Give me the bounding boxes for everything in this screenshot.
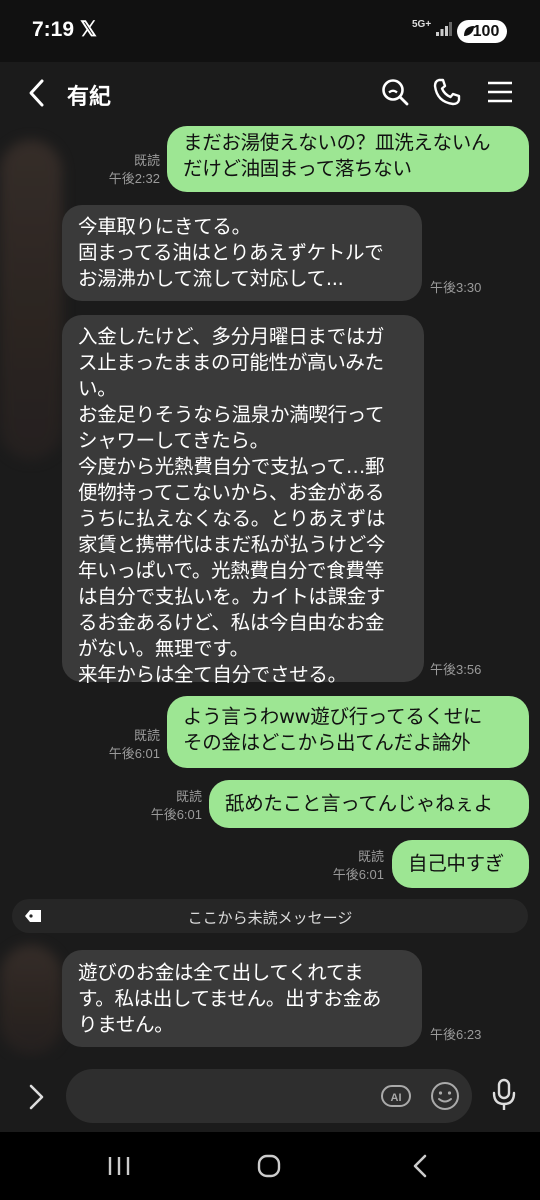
emoji-icon[interactable]: [429, 1080, 461, 1112]
recent-apps-icon[interactable]: [104, 1152, 134, 1180]
message-line: うちに払えなくなる。とりあえずは: [78, 507, 386, 530]
message-line: は自分で支払いを。カイトは課金す: [78, 585, 386, 608]
read-receipt: 既読: [357, 849, 384, 864]
incoming-message[interactable]: 入金したけど、多分月曜日まではガ ス止まったままの可能性が高いみた い。 お金足…: [62, 315, 424, 686]
avatar: [0, 140, 62, 460]
status-time: 7:19: [32, 18, 75, 41]
message-time: 午後3:56: [430, 662, 482, 677]
message-line: だけど油固まって落ちない: [183, 157, 412, 180]
microphone-icon[interactable]: [490, 1077, 518, 1113]
signal-icon: [436, 22, 452, 36]
incoming-message[interactable]: 今車取りにきてる。 固まってる油はとりあえずケトルで お湯沸かして流して対応して…: [62, 205, 422, 301]
ai-icon[interactable]: AI: [380, 1080, 412, 1112]
home-icon[interactable]: [254, 1152, 284, 1180]
message-line: 自己中すぎ: [408, 852, 505, 875]
message-line: りません。: [78, 1013, 174, 1036]
message-line: 家賃と携帯代はまだ私が払うけど今: [78, 533, 386, 556]
status-bar: 7:19 𝕏 5G+ 100: [0, 0, 540, 62]
avatar: [0, 945, 62, 1055]
message-line: 来年からは全て自分でさせる。: [78, 663, 347, 686]
incoming-message[interactable]: 遊びのお金は全て出してくれてま す。私は出してません。出すお金あ りません。: [62, 950, 422, 1047]
message-line: 年いっぱいで。光熱費自分で食費等: [78, 559, 384, 582]
menu-icon[interactable]: [484, 76, 516, 108]
chat-header: 有紀: [0, 62, 540, 124]
read-receipt: 既読: [133, 728, 160, 743]
x-logo-icon: 𝕏: [80, 18, 97, 41]
message-line: シャワーしてきたら。: [78, 429, 269, 452]
message-line: 今度から光熱費自分で支払って…郵: [78, 455, 385, 478]
system-nav-bar: [0, 1132, 540, 1200]
message-line: まだお湯使えないの？皿洗えないん: [183, 131, 491, 154]
message-time: 午後3:30: [430, 280, 482, 295]
back-icon[interactable]: [22, 76, 54, 110]
message-line: お湯沸かして流して対応して...: [78, 267, 344, 290]
unread-label: ここから未読メッセージ: [187, 909, 353, 927]
message-line: お金足りそうなら温泉か満喫行って: [78, 403, 385, 426]
message-line: 固まってる油はとりあえずケトルで: [78, 241, 384, 264]
message-line: るお金あるけど、私は今自由なお金: [78, 611, 385, 634]
message-time: 午後6:01: [150, 807, 202, 822]
network-indicator: 5G+: [412, 19, 432, 30]
back-nav-icon[interactable]: [406, 1152, 436, 1180]
phone-icon[interactable]: [431, 76, 463, 108]
battery-level: 100: [472, 22, 500, 40]
message-time: 午後6:01: [332, 867, 384, 882]
message-line: 舐めたこと言ってんじゃねぇよ: [225, 792, 493, 815]
message-line: 便物持ってこないから、お金がある: [78, 481, 385, 504]
message-line: 今車取りにきてる。: [78, 215, 251, 238]
outgoing-message[interactable]: 舐めたこと言ってんじゃねぇよ: [209, 780, 529, 828]
message-line: よう言うわww遊び行ってるくせに: [183, 705, 483, 728]
input-bar: AI: [0, 1060, 540, 1132]
leaf-icon: [464, 26, 474, 36]
outgoing-message[interactable]: まだお湯使えないの？皿洗えないん だけど油固まって落ちない: [167, 126, 529, 192]
contact-name: 有紀: [67, 85, 112, 110]
message-time: 午後6:01: [108, 746, 160, 761]
unread-divider: ここから未読メッセージ: [12, 899, 528, 933]
read-receipt: 既読: [175, 789, 202, 804]
message-time: 午後6:23: [430, 1027, 482, 1042]
chevron-right-icon[interactable]: [24, 1082, 48, 1112]
message-line: 入金したけど、多分月曜日まではガ: [78, 325, 385, 348]
message-line: その金はどこから出てんだよ論外: [183, 731, 471, 754]
message-line: がない。無理です。: [78, 637, 249, 660]
message-line: 遊びのお金は全て出してくれてま: [78, 961, 364, 984]
ai-label: AI: [391, 1092, 402, 1104]
outgoing-message[interactable]: 自己中すぎ: [392, 840, 529, 888]
outgoing-message[interactable]: よう言うわww遊び行ってるくせに その金はどこから出てんだよ論外: [167, 696, 529, 768]
read-receipt: 既読: [133, 153, 160, 168]
message-line: す。私は出してません。出すお金あ: [78, 987, 382, 1010]
search-icon[interactable]: [379, 76, 411, 108]
battery-indicator: 100: [457, 20, 507, 43]
message-line: い。: [78, 377, 117, 400]
message-time: 午後2:32: [108, 171, 160, 186]
message-line: ス止まったままの可能性が高いみた: [78, 351, 384, 374]
